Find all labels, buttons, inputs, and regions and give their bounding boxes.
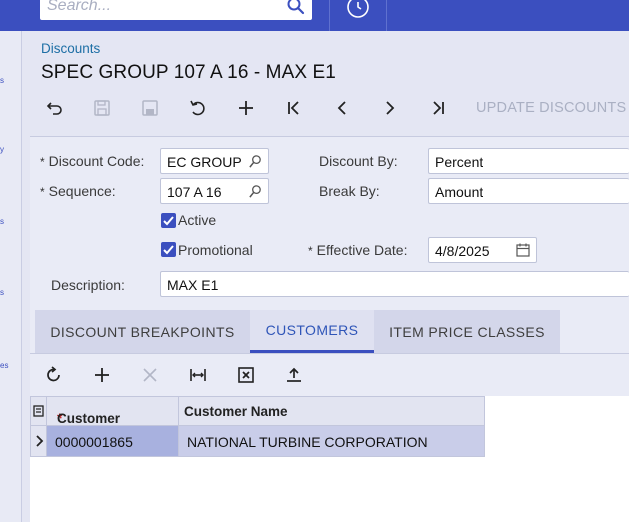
- undo-icon: [46, 102, 62, 115]
- promotional-label: Promotional: [178, 242, 253, 258]
- customers-grid-panel: * Customer Customer Name 0000001865 NATIO…: [30, 353, 629, 522]
- row-selector[interactable]: [30, 426, 47, 457]
- discount-by-label: Discount By:: [319, 153, 398, 169]
- main-content: Discounts SPEC GROUP 107 A 16 - MAX E1 U…: [23, 31, 629, 522]
- calendar-icon[interactable]: [515, 242, 531, 258]
- nav-item-fragment[interactable]: es: [0, 361, 8, 370]
- tab-discount-breakpoints[interactable]: DISCOUNT BREAKPOINTS: [35, 310, 250, 353]
- next-record-button[interactable]: [377, 95, 403, 121]
- fit-width-icon: [190, 369, 206, 381]
- save-icon: [142, 100, 158, 116]
- save-close-button[interactable]: [89, 95, 115, 121]
- breadcrumb[interactable]: Discounts: [41, 41, 100, 56]
- files-icon: [33, 405, 44, 417]
- search-input[interactable]: [47, 0, 277, 18]
- break-by-value: Amount: [435, 184, 484, 200]
- active-checkbox[interactable]: [161, 213, 176, 228]
- previous-record-button[interactable]: [329, 95, 355, 121]
- topbar-separator: [329, 0, 330, 31]
- history-icon[interactable]: [345, 0, 371, 20]
- description-value: MAX E1: [167, 277, 219, 293]
- break-by-select[interactable]: Amount: [428, 178, 629, 204]
- nav-item-fragment[interactable]: y: [0, 145, 4, 154]
- cell-customer[interactable]: 0000001865: [47, 426, 179, 457]
- upload-button[interactable]: [282, 363, 306, 387]
- chevron-left-icon: [337, 101, 346, 115]
- first-record-button[interactable]: [281, 95, 307, 121]
- sequence-value: 107 A 16: [167, 184, 222, 200]
- export-excel-button[interactable]: [234, 363, 258, 387]
- check-icon: [163, 245, 174, 255]
- active-label: Active: [178, 212, 217, 228]
- sequence-label: * Sequence:: [40, 183, 116, 199]
- record-toolbar: UPDATE DISCOUNTS: [37, 95, 629, 121]
- cell-customer-name[interactable]: NATIONAL TURBINE CORPORATION: [179, 426, 485, 457]
- tab-item-price-classes[interactable]: ITEM PRICE CLASSES: [374, 310, 560, 353]
- nav-item-fragment[interactable]: s: [0, 76, 4, 85]
- plus-icon: [95, 368, 109, 382]
- tab-customers[interactable]: CUSTOMERS: [250, 310, 374, 353]
- lookup-icon[interactable]: [248, 154, 263, 169]
- effective-date-value: 4/8/2025: [435, 243, 490, 259]
- topbar-separator: [386, 0, 387, 31]
- excel-icon: [238, 367, 254, 383]
- first-icon: [288, 101, 299, 115]
- cancel-button[interactable]: [185, 95, 211, 121]
- chevron-right-icon: [36, 435, 44, 447]
- fit-columns-button[interactable]: [186, 363, 210, 387]
- save-button[interactable]: [137, 95, 163, 121]
- description-label: Description:: [51, 277, 125, 293]
- undo-button[interactable]: [41, 95, 67, 121]
- last-record-button[interactable]: [425, 95, 451, 121]
- update-discounts-button[interactable]: UPDATE DISCOUNTS: [476, 100, 626, 116]
- effective-date-label: * Effective Date:: [308, 242, 408, 258]
- discount-code-field[interactable]: EC GROUP: [160, 148, 269, 174]
- promotional-checkbox[interactable]: [161, 242, 176, 257]
- plus-icon: [239, 101, 253, 115]
- description-field[interactable]: MAX E1: [160, 271, 629, 297]
- save-close-icon: [94, 100, 110, 116]
- discount-by-value: Percent: [435, 154, 484, 170]
- revert-icon: [190, 100, 205, 116]
- top-bar: [0, 0, 629, 31]
- discount-code-label: * Discount Code:: [40, 153, 145, 169]
- search-box[interactable]: [40, 0, 312, 20]
- delete-row-button[interactable]: [138, 363, 162, 387]
- discount-code-value: EC GROUP: [167, 154, 242, 170]
- column-header-customer[interactable]: * Customer: [47, 396, 179, 426]
- close-icon: [143, 368, 157, 382]
- discount-by-select[interactable]: Percent: [428, 148, 629, 174]
- grid-toolbar: [30, 354, 629, 396]
- nav-item-fragment[interactable]: s: [0, 217, 4, 226]
- grid-row-selector-header[interactable]: [30, 396, 47, 426]
- detail-tabs: DISCOUNT BREAKPOINTS CUSTOMERS ITEM PRIC…: [35, 310, 560, 353]
- break-by-label: Break By:: [319, 183, 380, 199]
- check-icon: [163, 216, 174, 226]
- left-nav-strip: s y s s es: [0, 31, 22, 522]
- refresh-icon: [47, 366, 60, 382]
- last-icon: [433, 101, 444, 115]
- page-title: SPEC GROUP 107 A 16 - MAX E1: [41, 62, 336, 83]
- lookup-icon[interactable]: [248, 184, 263, 199]
- upload-icon: [287, 367, 301, 382]
- column-header-customer-name[interactable]: Customer Name: [179, 396, 485, 426]
- effective-date-field[interactable]: 4/8/2025: [428, 237, 537, 263]
- refresh-button[interactable]: [42, 363, 66, 387]
- sequence-field[interactable]: 107 A 16: [160, 178, 269, 204]
- add-row-button[interactable]: [90, 363, 114, 387]
- add-button[interactable]: [233, 95, 259, 121]
- nav-item-fragment[interactable]: s: [0, 288, 4, 297]
- chevron-right-icon: [386, 101, 395, 115]
- search-icon[interactable]: [286, 0, 306, 16]
